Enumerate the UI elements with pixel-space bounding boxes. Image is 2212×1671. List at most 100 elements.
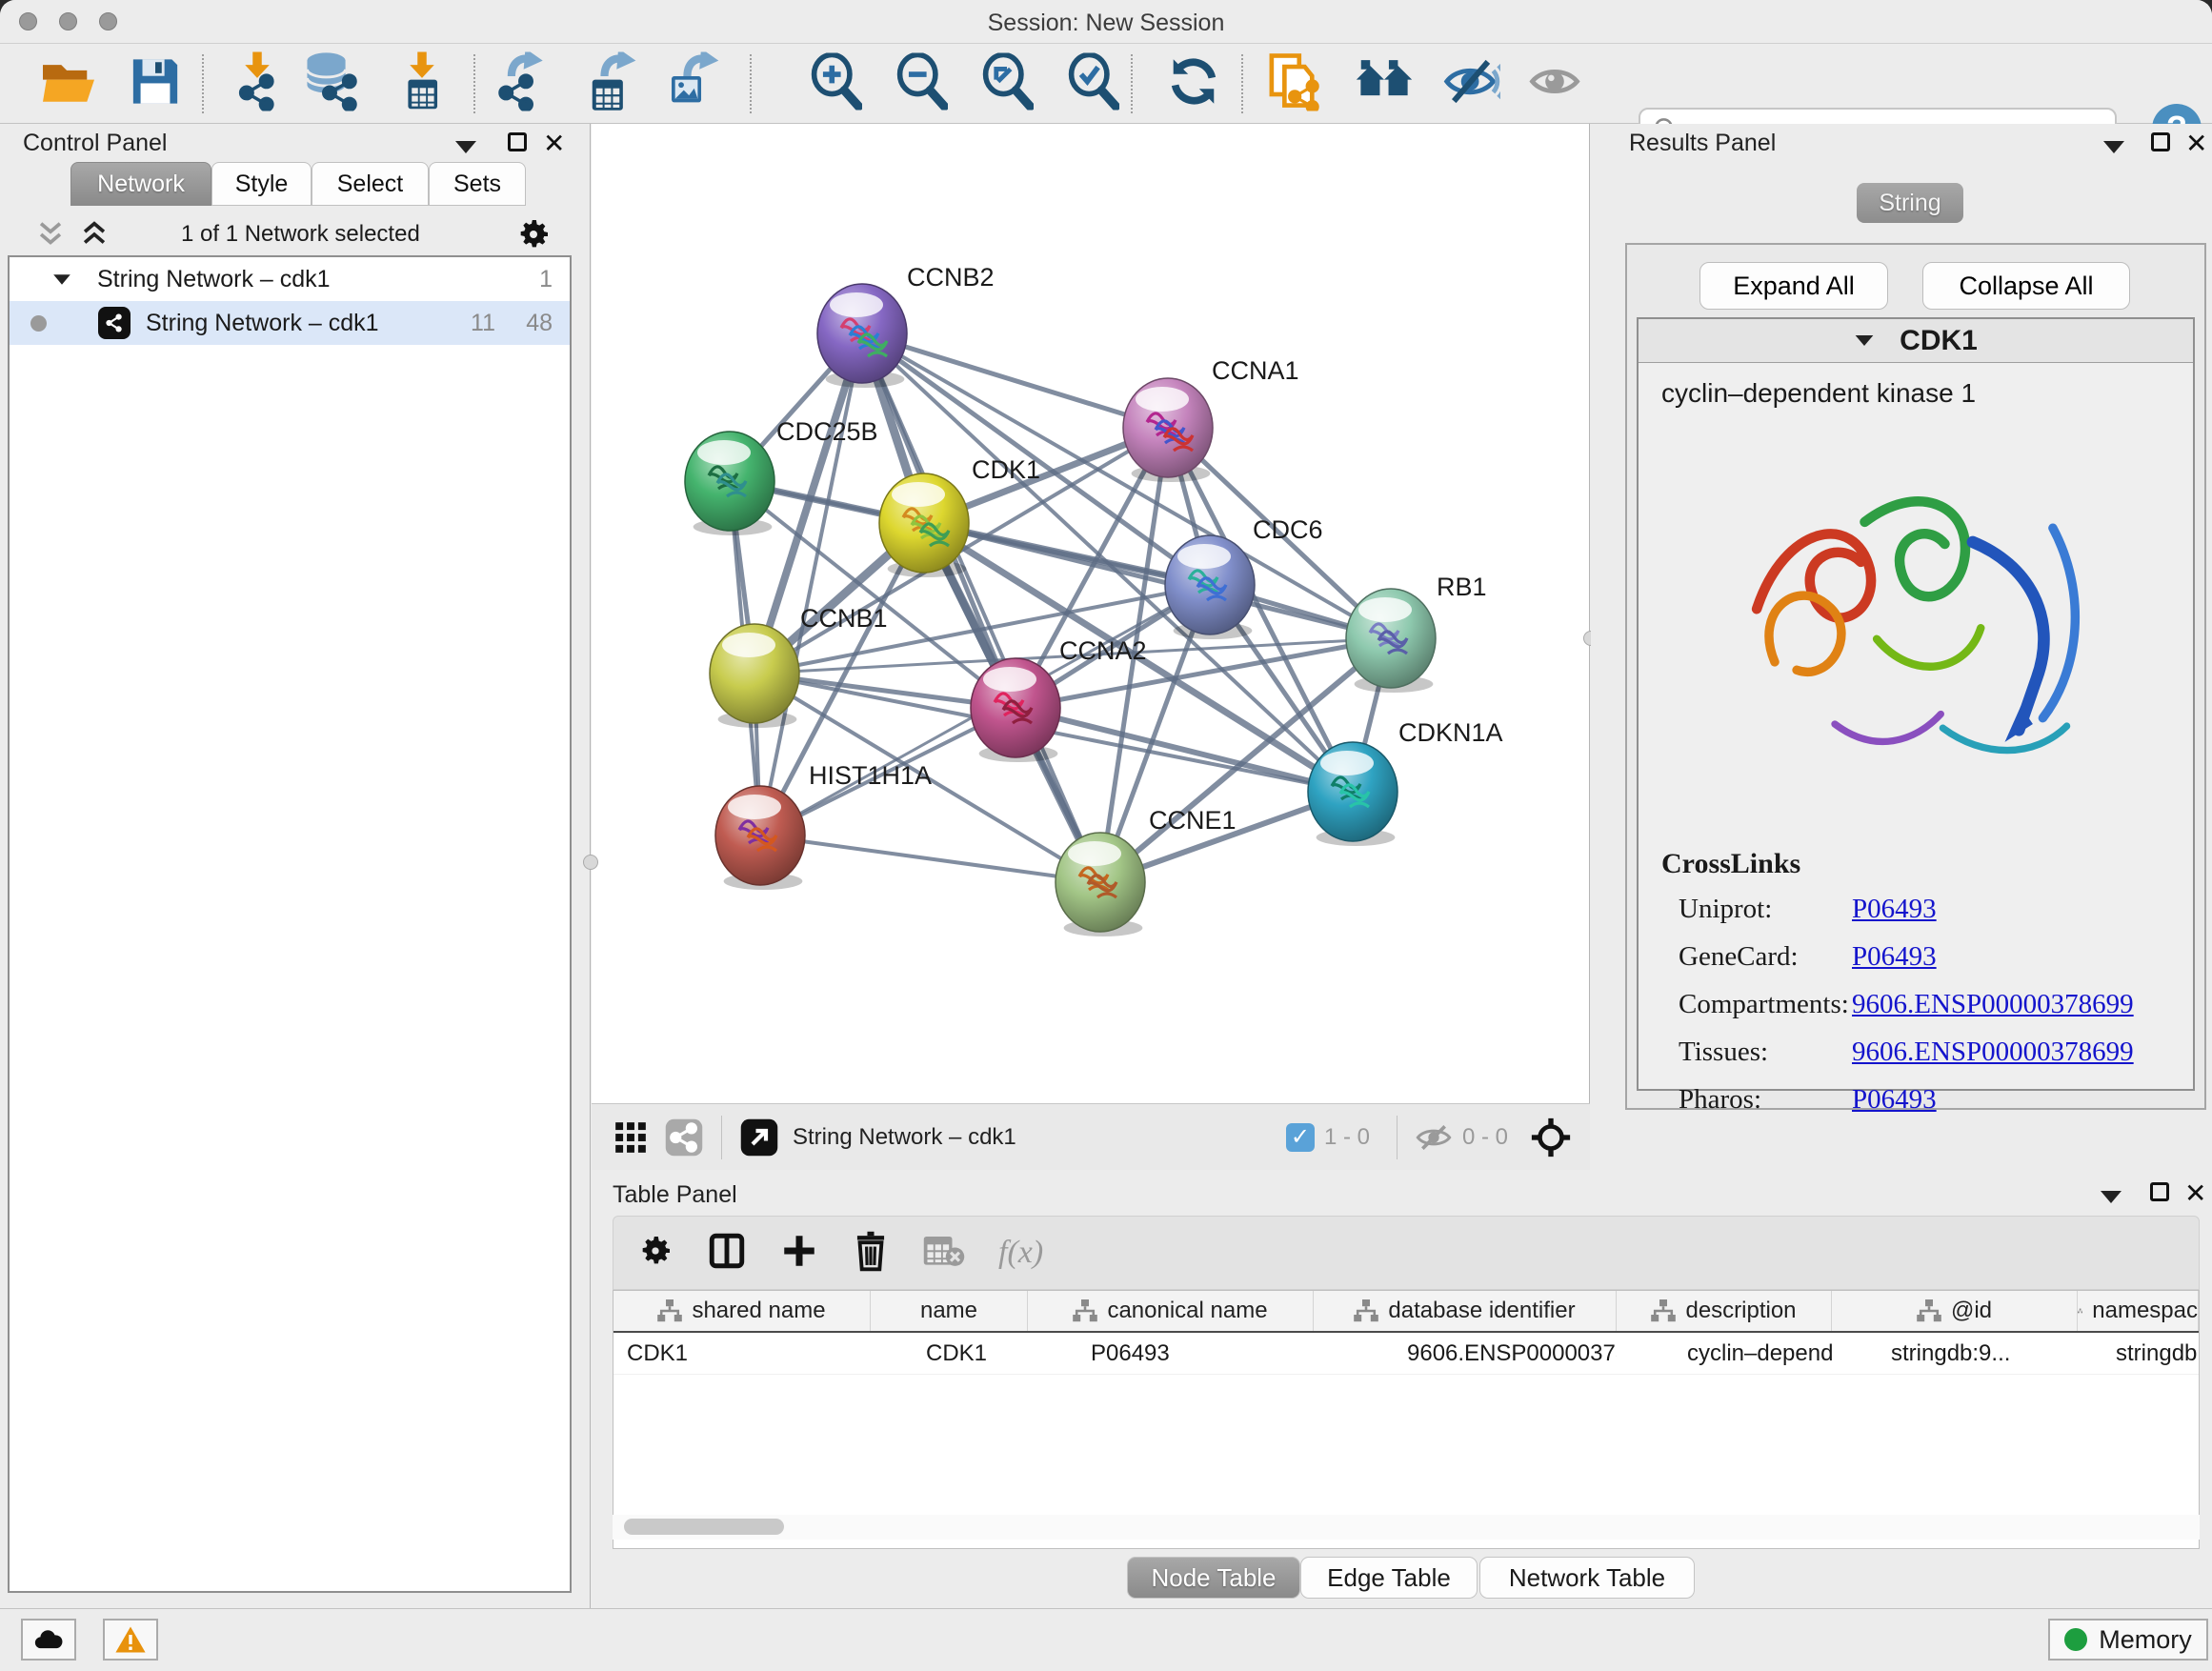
gear-icon[interactable] [514, 215, 553, 253]
node-CDC6[interactable]: CDC6 [1165, 515, 1323, 639]
export-network-icon[interactable] [493, 52, 547, 116]
import-database-icon[interactable] [302, 52, 361, 116]
tree-expand-icon[interactable] [53, 274, 70, 284]
import-network-icon[interactable] [231, 52, 284, 116]
table-cell[interactable]: stringdb [2078, 1333, 2199, 1374]
column-header-description[interactable]: description [1617, 1291, 1832, 1331]
close-table-icon[interactable]: ✕ [2184, 1178, 2206, 1209]
tab-network[interactable]: Network [70, 162, 211, 206]
collapse-panel-icon[interactable] [455, 133, 476, 160]
crosslink-value-link[interactable]: 9606.ENSP00000378699 [1852, 989, 2134, 1020]
open-folder-icon[interactable] [39, 56, 98, 112]
copy-document-icon[interactable] [1268, 52, 1319, 116]
crosslink-value-link[interactable]: P06493 [1852, 1084, 1937, 1116]
node-CDC25B[interactable]: CDC25B [685, 417, 878, 535]
zoom-selected-icon[interactable] [1066, 53, 1119, 115]
warning-button[interactable] [103, 1619, 158, 1661]
save-icon[interactable] [130, 56, 181, 112]
tab-sets[interactable]: Sets [429, 162, 526, 206]
selected-checkbox-icon[interactable]: ✓ [1286, 1123, 1315, 1152]
node-CCNE1[interactable]: CCNE1 [1056, 806, 1237, 936]
crosslink-value-link[interactable]: P06493 [1852, 894, 1937, 925]
import-table-icon[interactable] [395, 52, 449, 116]
edge-CCNB2-HIST1H1A[interactable] [760, 333, 862, 836]
hide-selected-icon[interactable] [1443, 56, 1500, 112]
expand-all-icon[interactable] [78, 219, 111, 250]
edge-HIST1H1A-CCNE1[interactable] [760, 836, 1100, 882]
memory-button[interactable]: Memory [2048, 1619, 2208, 1661]
expand-all-button[interactable]: Expand All [1699, 262, 1888, 310]
float-table-icon[interactable] [2150, 1181, 2169, 1208]
node-table[interactable]: shared namenamecanonical namedatabase id… [613, 1290, 2200, 1549]
export-table-icon[interactable] [583, 52, 636, 116]
network-collection-row[interactable]: String Network – cdk1 1 [10, 257, 570, 301]
node-CDKN1A[interactable]: CDKN1A [1308, 718, 1503, 846]
column-header--id[interactable]: @id [1832, 1291, 2078, 1331]
table-cell[interactable]: stringdb:9... [1832, 1333, 2078, 1374]
tab-network-table[interactable]: Network Table [1479, 1557, 1695, 1599]
node-HIST1H1A[interactable]: HIST1H1A [715, 761, 932, 890]
refresh-icon[interactable] [1166, 54, 1221, 114]
column-header-canonical-name[interactable]: canonical name [1028, 1291, 1314, 1331]
tab-string[interactable]: String [1857, 183, 1963, 223]
zoom-fit-icon[interactable] [980, 53, 1034, 115]
plus-icon[interactable] [779, 1231, 819, 1276]
network-row[interactable]: String Network – cdk1 11 48 [10, 301, 570, 345]
node-CCNB2[interactable]: CCNB2 [817, 263, 995, 388]
gear-icon[interactable] [636, 1232, 674, 1275]
delete-table-icon[interactable] [922, 1233, 966, 1274]
crosslink-value-link[interactable]: P06493 [1852, 941, 1937, 973]
collapse-all-icon[interactable] [34, 219, 67, 250]
collection-label: String Network – cdk1 [97, 266, 331, 293]
table-cell[interactable]: 9606.ENSP00000378699 [1314, 1333, 1617, 1374]
zoom-in-icon[interactable] [809, 53, 862, 115]
home-icon[interactable] [1355, 56, 1414, 112]
close-panel-icon[interactable]: ✕ [543, 128, 565, 159]
column-header-name[interactable]: name [871, 1291, 1028, 1331]
tab-edge-table[interactable]: Edge Table [1300, 1557, 1478, 1599]
node-entry-header[interactable]: CDK1 [1639, 319, 2193, 363]
crosslink-value-link[interactable]: 9606.ENSP00000378699 [1852, 1037, 2134, 1068]
grid-view-icon[interactable] [613, 1119, 649, 1156]
left-splitter-handle[interactable] [583, 855, 598, 870]
entry-name: CDK1 [1900, 325, 1978, 357]
network-tree: String Network – cdk1 1 String Network –… [8, 255, 572, 1593]
export-view-icon[interactable] [739, 1117, 779, 1158]
collapse-table-icon[interactable] [2101, 1183, 2122, 1210]
edge-CCNB2-CCNA1[interactable] [862, 333, 1168, 428]
toolbar-separator [473, 54, 475, 113]
table-cell[interactable]: CDK1 [871, 1333, 1028, 1374]
node-CCNA1[interactable]: CCNA1 [1123, 356, 1299, 482]
collapse-results-icon[interactable] [2103, 133, 2124, 160]
network-overview-icon[interactable] [664, 1117, 704, 1158]
network-label: String Network – cdk1 [146, 310, 379, 337]
table-cell[interactable]: CDK1 [613, 1333, 871, 1374]
float-results-icon[interactable] [2151, 131, 2170, 158]
table-horizontal-scrollbar[interactable] [613, 1515, 2200, 1540]
zoom-out-icon[interactable] [895, 53, 948, 115]
fx-icon[interactable]: f(x) [998, 1235, 1043, 1271]
float-panel-icon[interactable] [508, 131, 527, 158]
column-header-namespac[interactable]: namespac [2078, 1291, 2199, 1331]
network-canvas[interactable]: CCNB2CCNA1CDC25BCDK1CDC6RB1CCNB1CCNA2CDK… [592, 124, 1590, 1103]
birdseye-toggle-icon[interactable] [1529, 1116, 1573, 1159]
tab-node-table[interactable]: Node Table [1127, 1557, 1300, 1599]
collapse-all-button[interactable]: Collapse All [1922, 262, 2130, 310]
show-eye-icon[interactable] [1527, 56, 1582, 112]
close-results-icon[interactable]: ✕ [2185, 128, 2207, 159]
split-columns-icon[interactable] [707, 1231, 747, 1276]
tab-style[interactable]: Style [211, 162, 312, 206]
node-CCNB1[interactable]: CCNB1 [710, 604, 888, 728]
cloud-button[interactable] [21, 1619, 76, 1661]
entry-collapse-icon[interactable] [1856, 335, 1874, 346]
table-cell[interactable]: P06493 [1028, 1333, 1314, 1374]
column-header-database-identifier[interactable]: database identifier [1314, 1291, 1617, 1331]
column-header-shared-name[interactable]: shared name [613, 1291, 871, 1331]
node-RB1[interactable]: RB1 [1346, 573, 1487, 693]
table-row[interactable]: CDK1CDK1P064939606.ENSP00000378699cyclin… [613, 1333, 2199, 1375]
results-panel: Results Panel ✕ String Expand All Collap… [1591, 124, 2212, 1170]
trash-icon[interactable] [852, 1230, 890, 1277]
table-cell[interactable]: cyclin–dependent ... [1617, 1333, 1832, 1374]
export-image-icon[interactable] [664, 52, 719, 116]
tab-select[interactable]: Select [312, 162, 429, 206]
